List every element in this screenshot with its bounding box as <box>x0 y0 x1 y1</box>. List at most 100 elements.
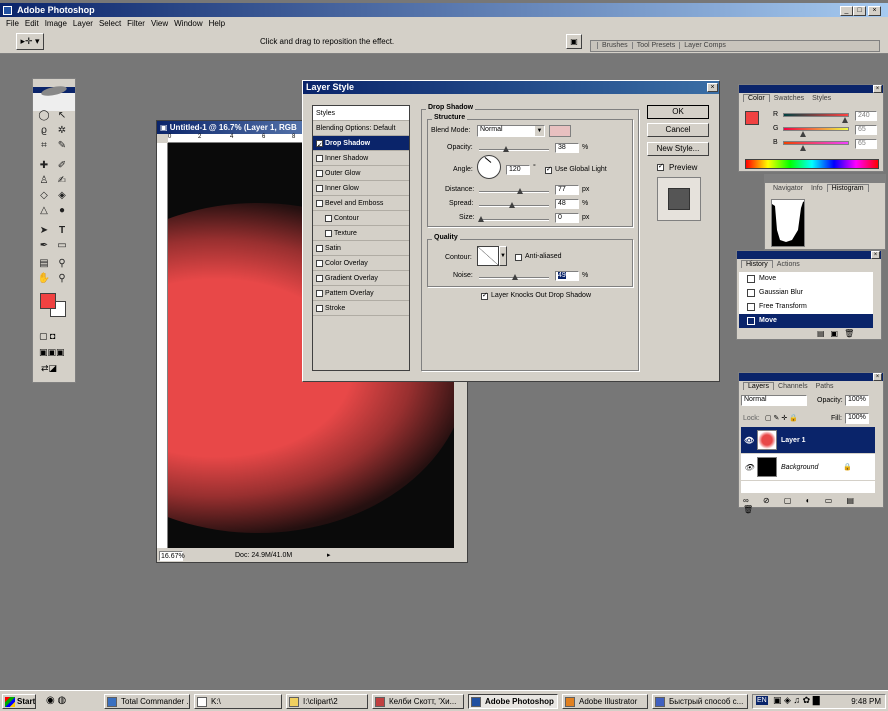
history-item[interactable]: Move <box>739 272 873 286</box>
ok-button[interactable]: OK <box>647 105 709 119</box>
channel-value-field[interactable]: 65 <box>855 139 877 149</box>
menu-select[interactable]: Select <box>99 17 121 30</box>
screen-mode-buttons[interactable]: ▣▣▣ <box>39 347 71 359</box>
style-checkbox[interactable] <box>316 274 323 282</box>
size-field[interactable]: 0 <box>555 213 579 223</box>
marquee-tool-icon[interactable]: ◯ <box>37 109 51 123</box>
shadow-color-swatch[interactable] <box>549 125 571 137</box>
eye-icon[interactable]: 👁 <box>744 454 754 481</box>
style-item[interactable]: Contour <box>313 211 409 226</box>
move-tool-icon[interactable]: ↖ <box>55 109 69 123</box>
tab-paths[interactable]: Paths <box>812 383 838 390</box>
style-checkbox[interactable] <box>325 214 332 222</box>
menu-window[interactable]: Window <box>174 17 202 30</box>
menu-view[interactable]: View <box>151 17 168 30</box>
slider-thumb[interactable] <box>799 145 806 151</box>
path-selection-icon[interactable]: ➤ <box>37 224 51 238</box>
style-checkbox[interactable] <box>316 199 323 207</box>
taskbar-item[interactable]: Adobe Photoshop <box>468 694 558 709</box>
taskbar-item[interactable]: Быстрый способ с... <box>652 694 748 709</box>
style-item[interactable]: Bevel and Emboss <box>313 196 409 211</box>
distance-slider[interactable] <box>479 188 549 194</box>
style-checkbox[interactable] <box>316 184 323 192</box>
style-checkbox[interactable] <box>316 244 323 252</box>
tab-actions[interactable]: Actions <box>773 261 804 268</box>
blending-options-item[interactable]: Blending Options: Default <box>313 121 409 136</box>
eye-icon[interactable]: 👁 <box>744 427 754 454</box>
style-checkbox[interactable] <box>316 154 323 162</box>
layer-fill-field[interactable]: 100% <box>845 413 869 424</box>
use-global-light-checkbox[interactable] <box>545 165 552 174</box>
distance-field[interactable]: 77 <box>555 185 579 195</box>
well-tab-layer-comps[interactable]: Layer Comps <box>679 42 730 49</box>
type-tool-icon[interactable]: T <box>55 224 69 238</box>
style-checkbox[interactable] <box>316 138 323 153</box>
well-tab-brushes[interactable]: Brushes <box>597 42 632 49</box>
taskbar-item[interactable]: K:\ <box>194 694 282 709</box>
style-item[interactable]: Color Overlay <box>313 256 409 271</box>
lasso-tool-icon[interactable]: ϱ <box>37 124 51 138</box>
start-button[interactable]: Start <box>2 694 36 709</box>
palette-close-icon[interactable]: × <box>873 85 882 93</box>
slider-thumb[interactable] <box>517 188 523 194</box>
history-item[interactable]: Gaussian Blur <box>739 286 873 300</box>
tab-styles[interactable]: Styles <box>808 95 835 102</box>
style-checkbox[interactable] <box>316 289 323 297</box>
crop-tool-icon[interactable]: ⌗ <box>37 139 51 153</box>
tab-color[interactable]: Color <box>743 94 770 102</box>
tab-histogram[interactable]: Histogram <box>826 184 869 192</box>
layer-blend-mode-select[interactable]: Normal <box>741 395 807 406</box>
channel-slider[interactable] <box>783 113 849 123</box>
slider-thumb[interactable] <box>512 274 518 280</box>
eyedropper-icon[interactable]: ⚲ <box>55 257 69 271</box>
magic-wand-icon[interactable]: ✲ <box>55 124 69 138</box>
lock-icons[interactable]: ▢ ✎ ✛ 🔒 <box>765 414 798 422</box>
jump-to-imageready-icon[interactable]: ⇄◪ <box>41 363 69 377</box>
style-item[interactable]: Inner Shadow <box>313 151 409 166</box>
minimize-button[interactable]: _ <box>840 6 853 16</box>
spread-slider[interactable] <box>479 202 549 208</box>
zoom-field[interactable]: 16.67% <box>159 551 185 561</box>
healing-brush-icon[interactable]: ✚ <box>37 159 51 173</box>
tab-info[interactable]: Info <box>807 185 827 192</box>
tab-history[interactable]: History <box>741 260 773 268</box>
palette-close-icon[interactable]: × <box>873 373 882 381</box>
hand-tool-icon[interactable]: ✋ <box>37 272 51 286</box>
clone-stamp-icon[interactable]: ♙ <box>37 174 51 188</box>
slider-thumb[interactable] <box>503 146 509 152</box>
contour-picker[interactable] <box>477 246 499 266</box>
zoom-tool-icon[interactable]: ⚲ <box>55 272 69 286</box>
noise-slider[interactable] <box>479 274 549 280</box>
layers-footer-icons[interactable]: ∞ ⊘ ▢ ◐ ▭ ▤ 🗑 <box>743 496 883 514</box>
preview-checkbox[interactable] <box>657 162 664 171</box>
style-item[interactable]: Outer Glow <box>313 166 409 181</box>
eraser-tool-icon[interactable]: ◇ <box>37 189 51 203</box>
history-footer-icons[interactable]: ▤▣🗑 <box>817 329 860 338</box>
channel-slider[interactable] <box>783 141 849 151</box>
palette-well-icon[interactable]: ▣ <box>566 34 582 49</box>
status-menu-arrow-icon[interactable]: ▸ <box>327 551 331 561</box>
paint-bucket-icon[interactable]: ◈ <box>55 189 69 203</box>
slider-thumb[interactable] <box>478 216 484 222</box>
opacity-field[interactable]: 38 <box>555 143 579 153</box>
menu-edit[interactable]: Edit <box>25 17 39 30</box>
history-item[interactable]: Free Transform <box>739 300 873 314</box>
taskbar-item[interactable]: Келби Скотт, 'Хи... <box>372 694 464 709</box>
tool-preset-picker[interactable]: ▸✛ ▾ <box>16 33 44 50</box>
knockout-checkbox[interactable] <box>481 291 488 300</box>
close-button[interactable]: × <box>868 6 881 16</box>
style-item[interactable]: Stroke <box>313 301 409 316</box>
taskbar-item[interactable]: Total Commander ... <box>104 694 190 709</box>
maximize-button[interactable]: □ <box>853 6 866 16</box>
slider-thumb[interactable] <box>799 131 806 137</box>
dialog-close-button[interactable]: × <box>707 83 718 92</box>
slider-thumb[interactable] <box>842 117 849 123</box>
slice-tool-icon[interactable]: ✎ <box>55 139 69 153</box>
style-checkbox[interactable] <box>316 259 323 267</box>
language-indicator[interactable]: EN <box>756 696 768 705</box>
layer-opacity-field[interactable]: 100% <box>845 395 869 406</box>
menu-help[interactable]: Help <box>209 17 225 30</box>
new-style-button[interactable]: New Style... <box>647 142 709 156</box>
style-item[interactable]: Inner Glow <box>313 181 409 196</box>
styles-header[interactable]: Styles <box>313 106 409 121</box>
